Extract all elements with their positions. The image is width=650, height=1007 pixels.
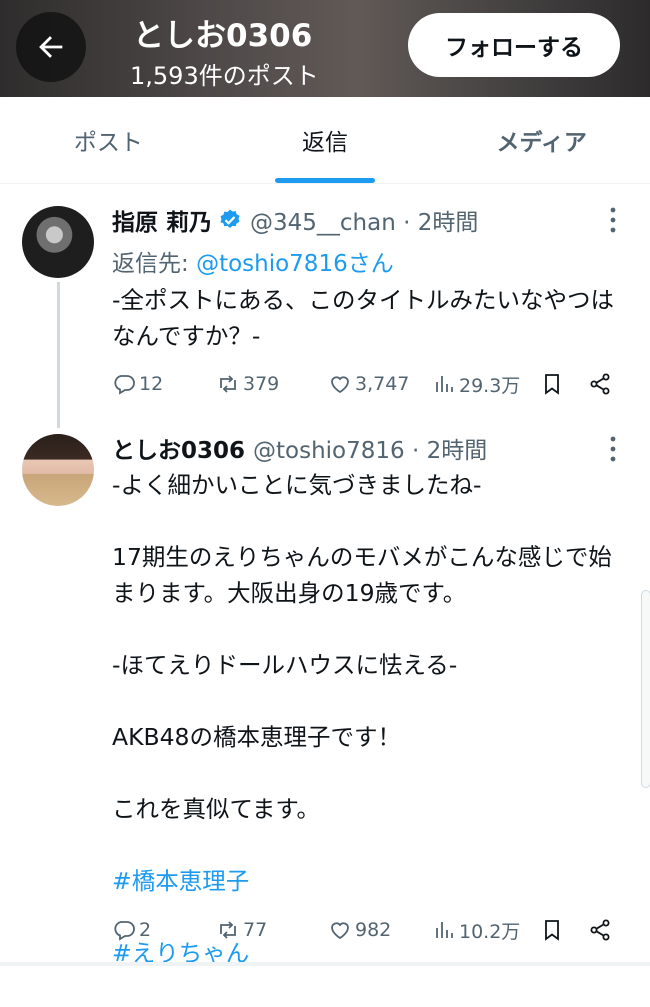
repost-count: 379: [243, 373, 280, 395]
handle-and-time: @toshio7816 · 2時間: [253, 438, 488, 464]
view-count: 29.3万: [459, 374, 521, 397]
display-name[interactable]: としお0306: [112, 431, 245, 465]
views-button[interactable]: 29.3万: [432, 364, 520, 404]
active-tab-indicator: [275, 178, 375, 183]
bookmark-icon: [545, 374, 559, 395]
reply-mention-link[interactable]: @toshio7816さん: [196, 251, 394, 277]
avatar[interactable]: [22, 434, 94, 506]
scrollbar[interactable]: [641, 590, 650, 788]
reply-context: 返信先: @toshio7816さん: [112, 244, 394, 278]
bottom-divider: [0, 962, 650, 966]
profile-header: としお0306 1,593件のポスト フォローする: [0, 0, 650, 97]
reply-count: 2: [139, 919, 152, 941]
handle-and-time: @345__chan · 2時間: [250, 210, 479, 236]
repost-icon: [220, 375, 236, 393]
like-button[interactable]: 982: [328, 910, 391, 950]
repost-icon: [220, 921, 236, 939]
tweet-actions: 2 77 982 10.2万: [112, 910, 622, 950]
bookmark-icon: [545, 920, 559, 941]
reply-icon: [114, 921, 135, 941]
views-button[interactable]: 10.2万: [432, 910, 520, 950]
tab-replies[interactable]: 返信: [217, 97, 434, 183]
avatar[interactable]: [22, 206, 94, 278]
tweet-text: -全ポストにある、このタイトルみたいなやつはなんですか？-: [112, 286, 614, 350]
display-name[interactable]: 指原 莉乃: [112, 203, 212, 237]
views-chart-icon: [436, 922, 453, 938]
thread-line: [57, 282, 60, 428]
view-count: 10.2万: [459, 920, 521, 943]
share-button[interactable]: [588, 910, 615, 950]
tab-label: 返信: [302, 130, 348, 156]
tab-media[interactable]: メディア: [433, 97, 650, 183]
share-button[interactable]: [588, 364, 615, 404]
verified-badge-icon: [220, 209, 240, 228]
tweet-author-line: 指原 莉乃 @345__chan · 2時間: [112, 203, 478, 237]
share-icon: [590, 373, 610, 395]
follow-button[interactable]: フォローする: [408, 13, 620, 77]
repost-button[interactable]: 77: [216, 910, 267, 950]
repost-count: 77: [243, 919, 268, 941]
share-icon: [590, 919, 610, 941]
tab-label: ポスト: [73, 130, 143, 156]
more-options-icon[interactable]: [604, 434, 622, 464]
reply-prefix: 返信先:: [112, 251, 197, 277]
repost-button[interactable]: 379: [216, 364, 279, 404]
bookmark-button[interactable]: [540, 910, 567, 950]
tab-posts[interactable]: ポスト: [0, 97, 217, 183]
post-count: 1,593件のポスト: [130, 62, 319, 90]
reply-button[interactable]: 2: [112, 910, 151, 950]
arrow-left-icon: [39, 36, 63, 58]
hashtag-link[interactable]: #橋本恵理子: [112, 863, 622, 899]
reply-button[interactable]: 12: [112, 364, 163, 404]
tab-label: メディア: [496, 130, 587, 156]
reply-icon: [114, 375, 135, 395]
like-count: 982: [355, 919, 392, 941]
more-options-icon[interactable]: [604, 205, 622, 235]
heart-icon: [331, 922, 349, 940]
header-title: としお0306: [133, 18, 313, 54]
back-button[interactable]: [16, 12, 86, 82]
tweet-author-line: としお0306 @toshio7816 · 2時間: [112, 431, 487, 465]
views-chart-icon: [436, 376, 453, 392]
heart-icon: [331, 376, 349, 394]
bookmark-button[interactable]: [540, 364, 567, 404]
like-count: 3,747: [355, 373, 410, 395]
like-button[interactable]: 3,747: [328, 364, 409, 404]
profile-tabs: ポスト 返信 メディア: [0, 97, 650, 184]
tweet-actions: 12 379 3,747 29.3万: [112, 364, 622, 404]
tweet-text: -よく細かいことに気づきましたね- 17期生のえりちゃんのモバメがこんな感じで始…: [112, 471, 612, 823]
reply-count: 12: [139, 373, 164, 395]
